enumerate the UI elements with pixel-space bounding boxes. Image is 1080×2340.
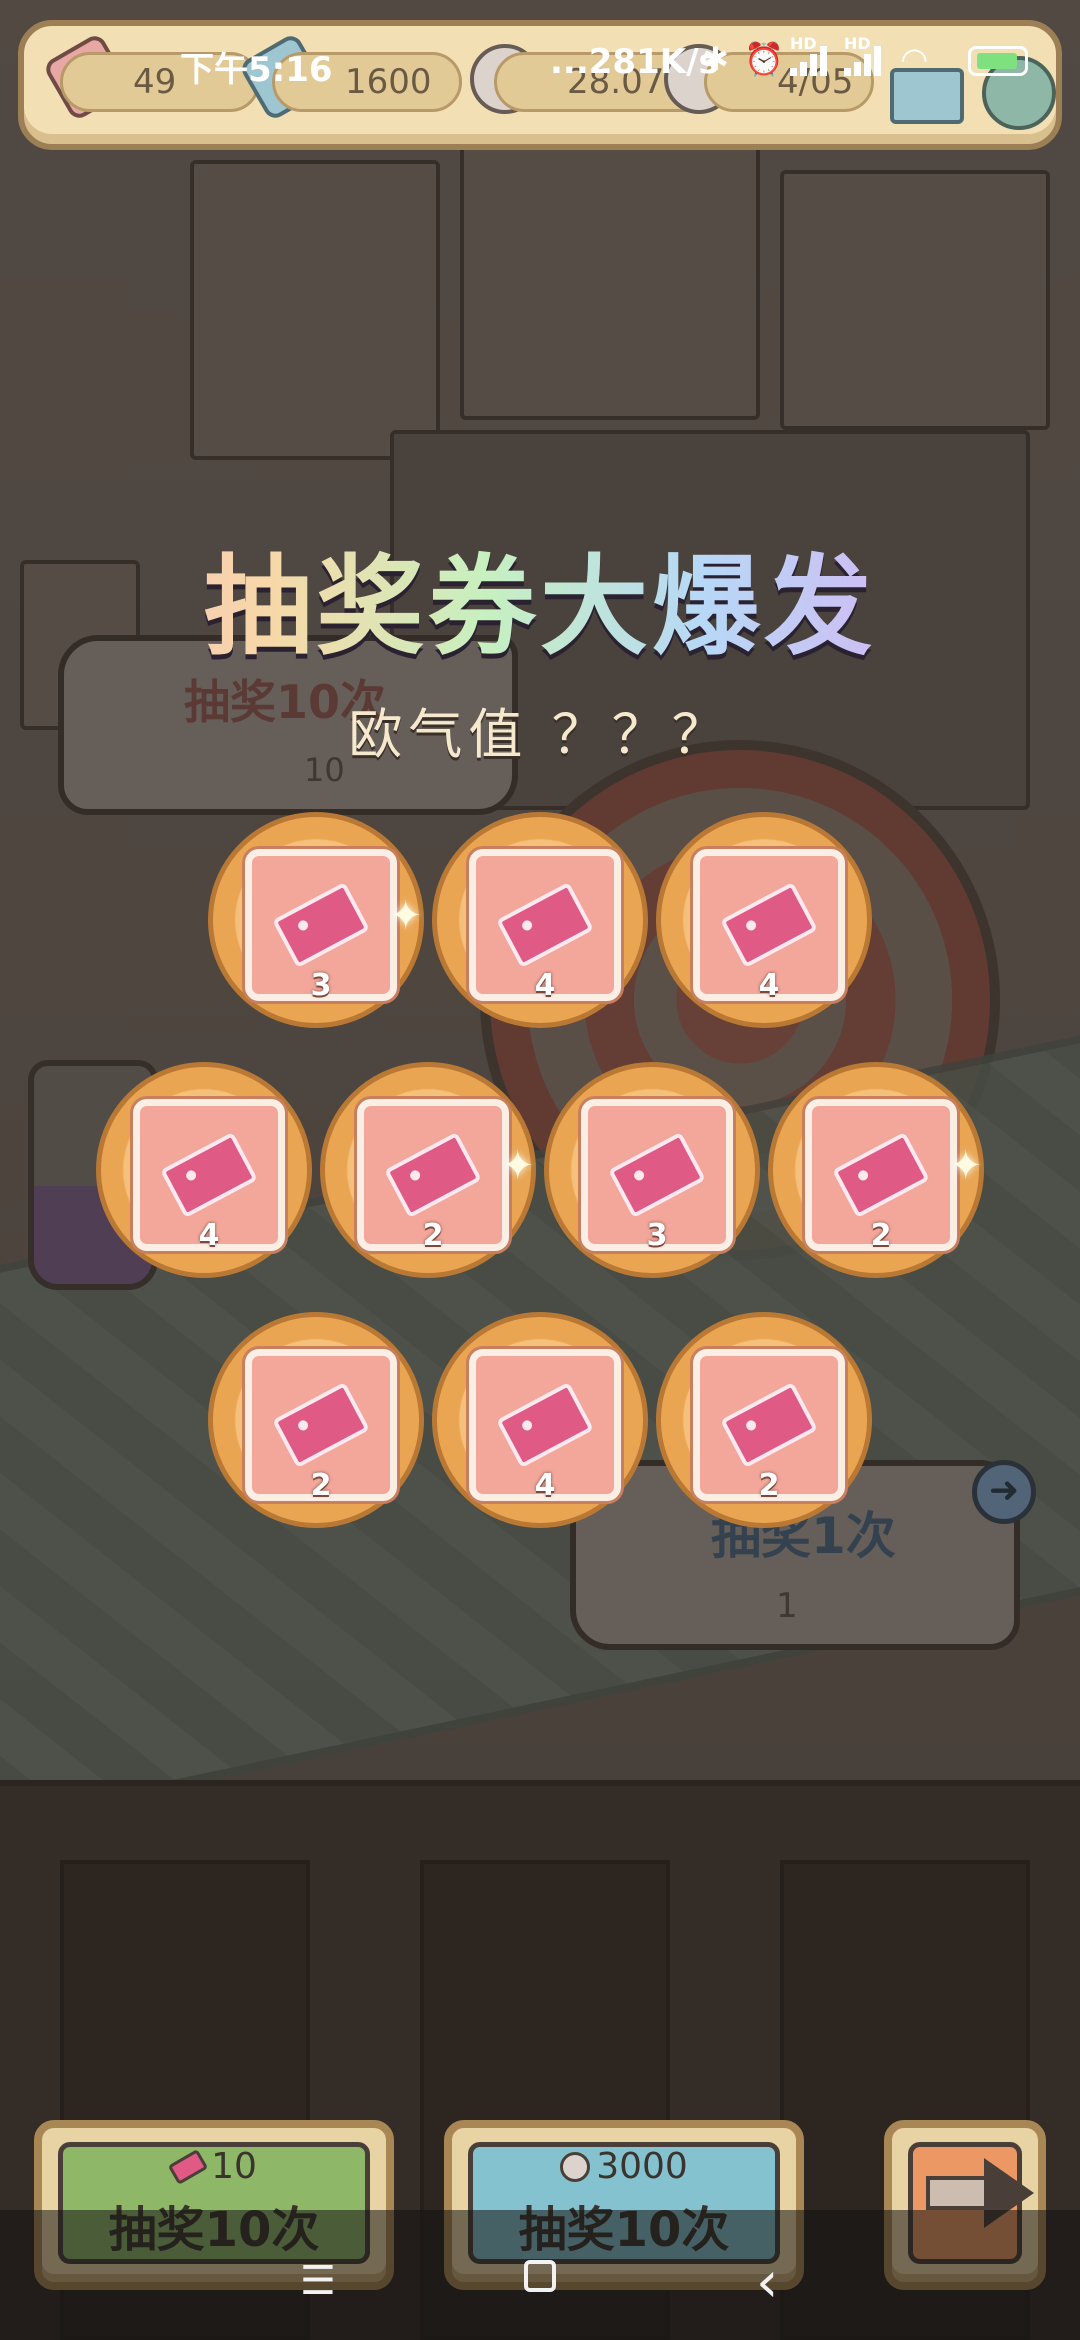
- ticket-icon: [384, 1131, 482, 1219]
- ticket-icon: [720, 881, 818, 969]
- ticket-icon: [272, 881, 370, 969]
- ghost-icon: [560, 2152, 591, 2182]
- home-icon[interactable]: [524, 2260, 556, 2292]
- reward-card: 2: [245, 1349, 397, 1503]
- bluetooth-icon: ✱: [702, 40, 729, 78]
- reward-item: 4: [656, 812, 872, 1028]
- reward-item: 3 ✦: [208, 812, 424, 1028]
- reward-quantity: 4: [534, 1468, 556, 1503]
- reward-card: 3: [245, 849, 397, 1003]
- reward-quantity: 2: [422, 1218, 444, 1253]
- hd-label: HD: [844, 34, 871, 53]
- sparkle-icon: ✦: [501, 1143, 535, 1189]
- reward-quantity: 4: [758, 968, 780, 1003]
- ticket-cost-value: 10: [211, 2146, 257, 2187]
- reward-item: 3: [544, 1062, 760, 1278]
- reward-item: 2 ✦: [320, 1062, 536, 1278]
- reward-item: 4: [432, 1312, 648, 1528]
- ticket-icon: [496, 881, 594, 969]
- reward-card: 2: [693, 1349, 845, 1503]
- ticket-icon: [720, 1381, 818, 1469]
- sparkle-icon: ✦: [389, 893, 423, 939]
- reward-quantity: 2: [310, 1468, 332, 1503]
- luck-value-label: 欧气值 ？？？: [348, 703, 732, 766]
- reward-card: 2: [805, 1099, 957, 1253]
- reward-card: 2: [357, 1099, 509, 1253]
- ticket-icon: [496, 1381, 594, 1469]
- reward-card: 4: [133, 1099, 285, 1253]
- reward-item: 2: [208, 1312, 424, 1528]
- alarm-icon: ⏰: [744, 40, 784, 78]
- reward-item: 2 ✦: [768, 1062, 984, 1278]
- battery-charging-icon: [968, 46, 1028, 76]
- ticket-icon: [272, 1381, 370, 1469]
- reward-card: 4: [469, 1349, 621, 1503]
- reward-card: 4: [693, 849, 845, 1003]
- network-speed: ...281K/s: [550, 42, 719, 82]
- back-icon[interactable]: ‹: [756, 2250, 778, 2315]
- reward-card: 3: [581, 1099, 733, 1253]
- reward-quantity: 4: [198, 1218, 220, 1253]
- reward-item: 2: [656, 1312, 872, 1528]
- reward-item: 4: [96, 1062, 312, 1278]
- menu-icon[interactable]: ☰: [300, 2258, 336, 2304]
- reward-quantity: 3: [646, 1218, 668, 1253]
- reward-quantity: 2: [758, 1468, 780, 1503]
- ticket-icon: [160, 1131, 258, 1219]
- status-bar: 下午5:16 ...281K/s ✱ ⏰ HD HD ◠: [0, 0, 1080, 100]
- ticket-icon: [832, 1131, 930, 1219]
- hd-label: HD: [790, 34, 817, 53]
- page-title: 抽奖券大爆发: [0, 520, 1080, 676]
- ticket-icon: [167, 2148, 209, 2186]
- reward-quantity: 4: [534, 968, 556, 1003]
- reward-quantity: 3: [310, 968, 332, 1003]
- reward-quantity: 2: [870, 1218, 892, 1253]
- reward-card: 4: [469, 849, 621, 1003]
- ticket-icon: [608, 1131, 706, 1219]
- sparkle-icon: ✦: [949, 1143, 983, 1189]
- system-nav-bar: ☰ ‹: [0, 2210, 1080, 2340]
- ghost-cost-value: 3000: [596, 2146, 688, 2187]
- wifi-icon: ◠: [902, 40, 927, 78]
- reward-item: 4: [432, 812, 648, 1028]
- ticket-cost: 10: [42, 2146, 386, 2187]
- status-time: 下午5:16: [180, 50, 333, 90]
- ghost-cost: 3000: [452, 2146, 796, 2187]
